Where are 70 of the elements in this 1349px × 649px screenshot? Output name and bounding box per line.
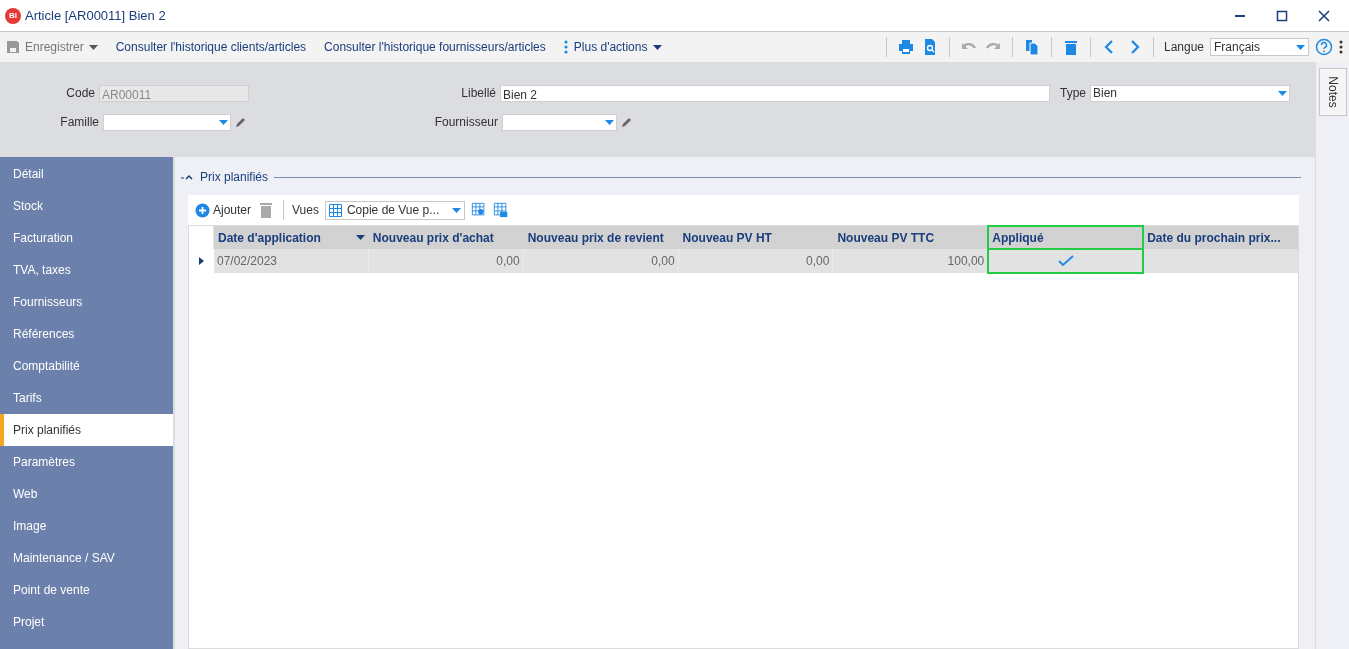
column-header[interactable]: Date d'application [214,226,369,249]
sidebar-item[interactable]: Paramètres [0,446,173,478]
column-header[interactable]: Appliqué [988,226,1144,249]
sidebar-item[interactable]: Fournisseurs [0,286,173,318]
grid-table-icon[interactable] [492,201,509,219]
chevron-icon [181,173,195,181]
view-select[interactable]: Copie de Vue p... [324,200,465,220]
save-button[interactable]: Enregistrer [6,38,98,56]
kebab-menu-icon[interactable] [1339,40,1343,54]
table-cell: 100,00 [833,249,989,273]
help-icon[interactable] [1315,38,1333,56]
grid-icon [328,203,342,217]
famille-field[interactable] [103,113,231,131]
sidebar-item[interactable]: Point de vente [0,574,173,606]
sidebar-item[interactable]: Facturation [0,222,173,254]
sort-caret-icon [355,235,365,240]
more-actions-button[interactable]: Plus d'actions [563,38,663,56]
fournisseur-label: Fournisseur [433,114,499,131]
notes-tab[interactable]: Notes [1318,68,1347,116]
toolbar-link[interactable]: Consulter l'historique fournisseurs/articles [324,38,546,56]
kebab-icon [563,40,568,54]
collapse-toggle[interactable]: Prix planifiés [181,168,269,186]
views-label: Vues [292,202,319,219]
dropdown-caret-icon [605,119,614,125]
table-cell: 0,00 [678,249,834,273]
sidebar-item[interactable]: Tarifs [0,382,173,414]
column-header[interactable]: Nouveau prix d'achat [368,226,524,249]
sidebar-item[interactable]: Prix planifiés [0,414,173,446]
fournisseur-field[interactable] [502,113,617,131]
type-select[interactable]: Bien [1090,84,1290,102]
column-header[interactable]: Nouveau PV TTC [833,226,989,249]
column-header[interactable]: Nouveau PV HT [678,226,834,249]
sidebar-item[interactable]: Web [0,478,173,510]
sidebar-item[interactable]: Stock [0,190,173,222]
sidebar-item[interactable]: Image [0,510,173,542]
column-header[interactable]: Date du prochain prix... [1143,226,1298,249]
sidebar-item[interactable]: Comptabilité [0,350,173,382]
sidebar-item[interactable]: Détail [0,158,173,190]
print-icon[interactable] [896,38,915,56]
dropdown-caret-icon [451,207,461,213]
dropdown-caret-icon [88,44,98,50]
checkmark-icon [1057,255,1074,267]
code-label: Code [65,85,96,102]
add-button[interactable]: Ajouter [195,201,252,219]
language-label: Langue [1163,39,1204,56]
edit-icon[interactable] [235,116,247,128]
grid-settings-icon[interactable] [470,201,487,219]
table-cell: 0,00 [368,249,524,273]
app-logo: BI [5,7,21,24]
dropdown-caret-icon [1296,44,1305,50]
famille-label: Famille [59,114,100,131]
libelle-field[interactable]: Bien 2 [500,84,1050,102]
toolbar-link[interactable]: Consulter l'historique clients/articles [115,38,307,56]
sidebar-item[interactable]: Références [0,318,173,350]
row-pointer-icon [199,257,204,265]
table-cell: 0,00 [523,249,679,273]
libelle-label: Libellé [460,85,497,102]
table-cell: 07/02/2023 [214,249,369,273]
sidebar-item[interactable]: TVA, taxes [0,254,173,286]
edit-icon[interactable] [621,116,633,128]
column-header[interactable]: Nouveau prix de revient [523,226,679,249]
caret-icon [653,44,663,50]
plus-circle-icon [195,202,210,218]
sidebar-item[interactable]: Projet [0,606,173,638]
dropdown-caret-icon [1278,90,1287,96]
type-label: Type [1060,85,1087,102]
window-title: Article [AR00011] Bien 2 [25,6,166,25]
dropdown-caret-icon [219,119,228,125]
language-select[interactable]: Français [1210,38,1309,56]
sidebar-item[interactable]: Maintenance / SAV [0,542,173,574]
